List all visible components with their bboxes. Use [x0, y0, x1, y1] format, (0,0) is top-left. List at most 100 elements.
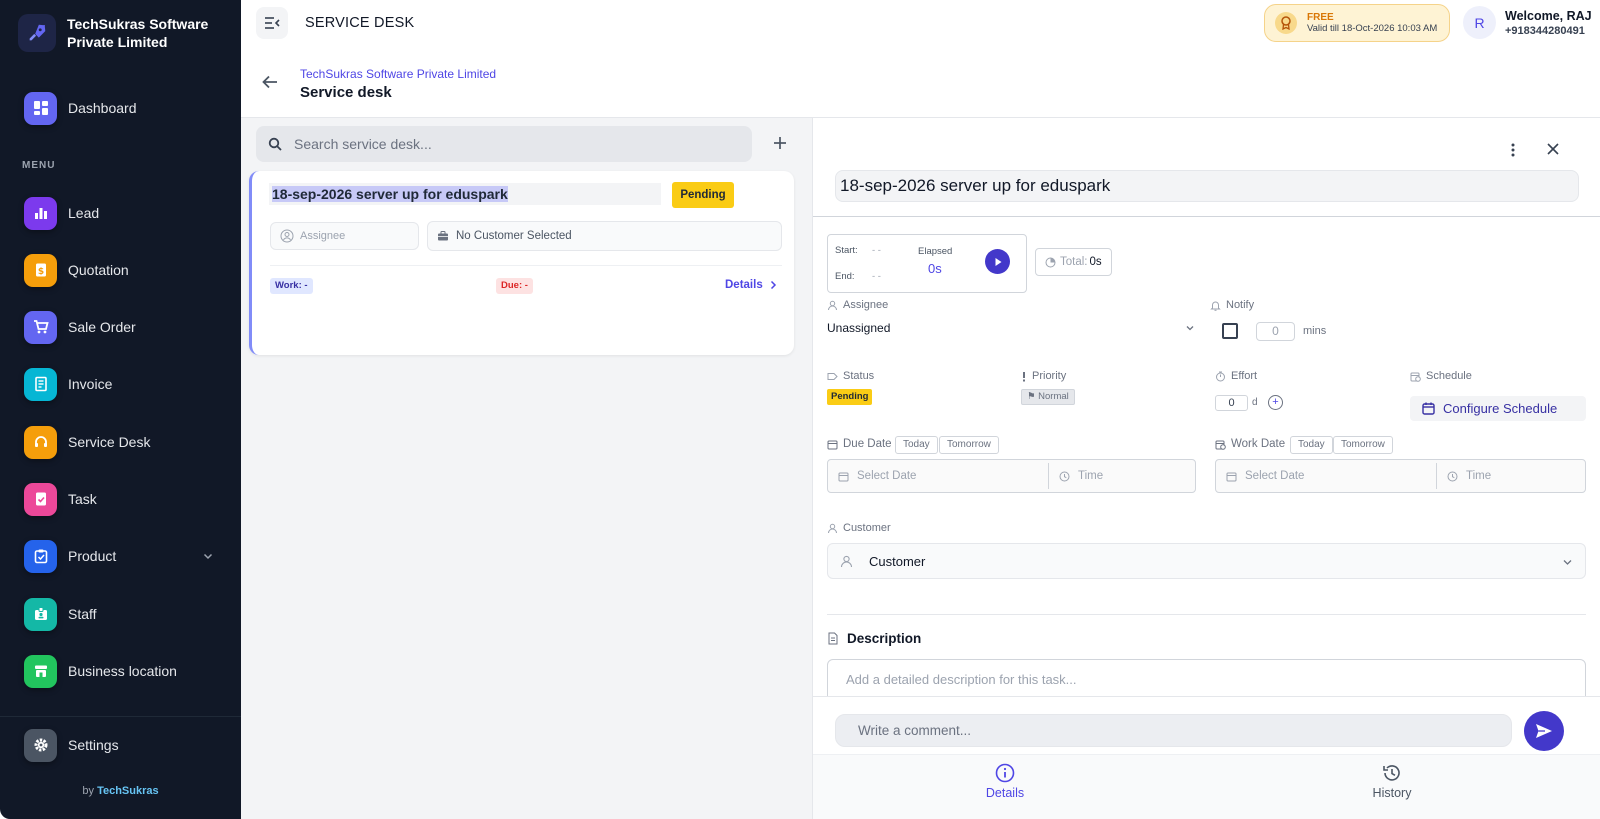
due-date-placeholder: Select Date [857, 470, 917, 482]
chevron-down-icon[interactable] [202, 549, 214, 567]
sidebar-item-product[interactable]: Product [24, 538, 214, 574]
person-icon [828, 523, 837, 533]
more-options-button[interactable] [1506, 142, 1520, 163]
cart-icon [24, 310, 57, 344]
menu-collapse-icon [265, 17, 280, 29]
tab-details-label: Details [985, 786, 1025, 800]
avatar[interactable]: R [1463, 6, 1496, 39]
award-icon [1275, 12, 1297, 34]
calendar-clock-icon [1410, 372, 1421, 382]
description-textarea[interactable]: Add a detailed description for this task… [827, 659, 1586, 696]
tag-icon [827, 372, 838, 380]
close-panel-button[interactable] [1546, 142, 1560, 161]
work-date-label-text: Work Date [1231, 438, 1286, 450]
priority-badge[interactable]: ⚑ Normal [1021, 389, 1075, 405]
powered-by-brand[interactable]: TechSukras [97, 785, 159, 797]
search-box[interactable] [256, 126, 752, 162]
elapsed-value: 0s [928, 261, 942, 276]
tab-history[interactable]: History [1352, 763, 1432, 800]
due-tomorrow-button[interactable]: Tomorrow [939, 436, 999, 454]
chevron-down-icon [1186, 326, 1194, 331]
user-phone: +918344280491 [1505, 25, 1585, 37]
description-heading-text: Description [847, 631, 922, 646]
details-link[interactable]: Details [725, 279, 779, 291]
sidebar-item-label: Quotation [68, 262, 129, 278]
sidebar-item-service-desk[interactable]: Service Desk [24, 424, 214, 460]
search-input[interactable] [294, 136, 714, 152]
breadcrumb-company[interactable]: TechSukras Software Private Limited [300, 67, 496, 81]
ticket-title[interactable]: 18-sep-2026 server up for eduspark [269, 183, 661, 205]
user-info[interactable]: Welcome, RAJ +918344280491 [1505, 9, 1592, 38]
notify-checkbox[interactable] [1222, 323, 1238, 339]
sidebar-item-lead[interactable]: Lead [24, 195, 214, 231]
effort-unit: d [1252, 397, 1258, 408]
configure-schedule-button[interactable]: Configure Schedule [1410, 396, 1586, 421]
svg-text:$: $ [37, 267, 43, 277]
effort-label-text: Effort [1231, 370, 1258, 382]
sidebar-item-task[interactable]: Task [24, 481, 214, 517]
section-divider [827, 614, 1586, 615]
plan-label: FREE [1307, 11, 1334, 23]
assignee-chip[interactable]: Assignee [270, 222, 419, 250]
ticket-title-field[interactable]: 18-sep-2026 server up for eduspark [835, 170, 1579, 202]
timer-start-value: - - [872, 245, 881, 256]
gear-icon [24, 728, 57, 762]
detail-scroll-area[interactable]: 18-sep-2026 server up for eduspark Start… [813, 118, 1600, 696]
ticket-detail-panel: 18-sep-2026 server up for eduspark Start… [812, 118, 1600, 819]
pie-clock-icon [1045, 257, 1056, 267]
sidebar-item-quotation[interactable]: $ Quotation [24, 252, 214, 288]
brand[interactable]: TechSukras Software Private Limited [18, 14, 227, 52]
work-tomorrow-button[interactable]: Tomorrow [1333, 436, 1393, 454]
chevron-right-icon [770, 280, 776, 290]
powered-by-prefix: by [82, 785, 94, 797]
back-button[interactable] [261, 74, 279, 95]
status-label: Status [827, 370, 874, 382]
page-title: SERVICE DESK [305, 15, 415, 31]
sidebar-item-dashboard[interactable]: Dashboard [24, 90, 214, 126]
sidebar-item-staff[interactable]: Staff [24, 596, 214, 632]
briefcase-icon [438, 231, 448, 241]
effort-input[interactable]: 0 [1215, 395, 1248, 411]
comment-input[interactable]: Write a comment... [835, 714, 1512, 747]
work-date-input[interactable]: Select Date [1216, 460, 1436, 492]
due-today-button[interactable]: Today [895, 436, 938, 454]
customer-chip[interactable]: No Customer Selected [427, 221, 782, 251]
add-ticket-button[interactable] [767, 130, 793, 156]
customer-select[interactable]: Customer [827, 543, 1586, 579]
plan-badge[interactable]: FREE Valid till 18-Oct-2026 10:03 AM [1264, 4, 1450, 42]
sidebar-item-label: Lead [68, 205, 100, 221]
due-date-input[interactable]: Select Date [828, 460, 1048, 492]
timer-start-label: Start: [835, 245, 858, 256]
sidebar-item-settings[interactable]: Settings [24, 727, 214, 763]
clock-icon [1447, 471, 1458, 481]
card-divider [270, 265, 782, 266]
timer-end-value: - - [872, 271, 881, 282]
sidebar-item-invoice[interactable]: Invoice [24, 366, 214, 402]
collapse-sidebar-button[interactable] [256, 7, 288, 39]
headset-icon [24, 425, 57, 459]
work-today-button[interactable]: Today [1290, 436, 1333, 454]
sidebar-item-sale-order[interactable]: Sale Order [24, 309, 214, 345]
assignee-select[interactable]: Unassigned [827, 321, 1195, 341]
kebab-icon [1511, 143, 1515, 157]
status-badge[interactable]: Pending [827, 389, 873, 405]
due-time-input[interactable]: Time [1049, 460, 1195, 492]
menu-caption: MENU [22, 160, 56, 171]
ticket-list-panel: 18-sep-2026 server up for eduspark Pendi… [241, 118, 812, 819]
document-icon [828, 632, 838, 645]
start-timer-button[interactable] [985, 249, 1010, 274]
sidebar-item-label: Staff [68, 606, 97, 622]
send-comment-button[interactable] [1524, 711, 1564, 751]
add-effort-button[interactable]: + [1268, 395, 1283, 410]
status-badge[interactable]: Pending [672, 182, 734, 208]
notify-label-text: Notify [1226, 299, 1255, 311]
tab-details[interactable]: Details [965, 763, 1045, 800]
work-time-input[interactable]: Time [1437, 460, 1585, 492]
work-date-badge: Work: - [270, 278, 313, 294]
ticket-card[interactable]: 18-sep-2026 server up for eduspark Pendi… [249, 171, 794, 355]
sidebar-item-business-location[interactable]: Business location [24, 653, 214, 689]
close-icon [1547, 143, 1559, 155]
notify-unit: mins [1303, 325, 1327, 337]
assignee-value: Unassigned [827, 321, 891, 335]
notify-minutes-input[interactable]: 0 [1256, 322, 1295, 341]
